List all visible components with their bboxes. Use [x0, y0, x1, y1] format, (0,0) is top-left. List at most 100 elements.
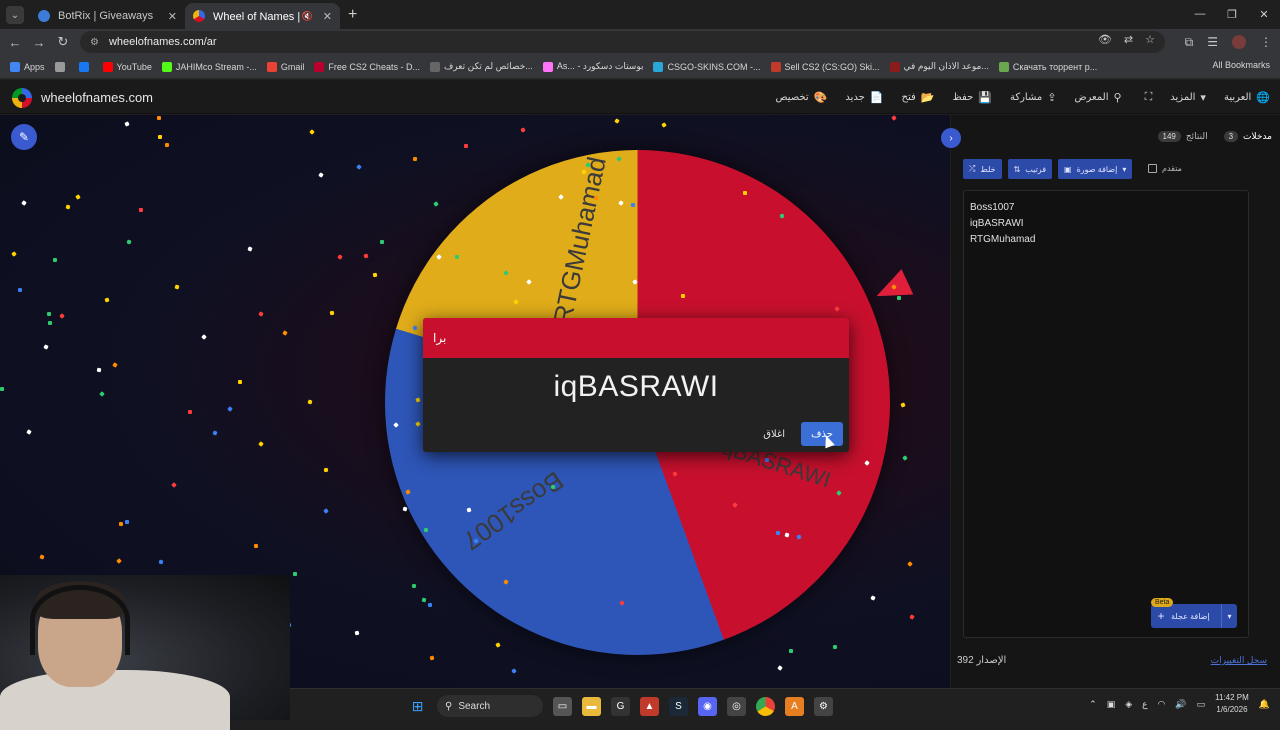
nav-item[interactable]: ⇪ مشاركة [1010, 91, 1057, 104]
app-icon[interactable]: A [785, 696, 804, 716]
new-tab-icon[interactable]: + [348, 6, 357, 24]
nav-item[interactable]: ⚲ المعرض [1074, 91, 1121, 104]
confetti-piece [282, 330, 288, 336]
version-number: 392 [957, 655, 974, 666]
bookmark-item[interactable]: موعد الاذان اليوم في... [889, 61, 989, 72]
close-tab-icon[interactable]: ✕ [323, 10, 332, 23]
advanced-toggle[interactable]: متقدم [1148, 164, 1182, 173]
site-info-icon[interactable]: ⚙ [90, 37, 99, 48]
profile-avatar[interactable] [1232, 35, 1246, 49]
tray-app-icon[interactable]: ▣ [1107, 699, 1116, 710]
wifi-icon[interactable]: ◠ [1158, 699, 1166, 710]
bookmark-item[interactable] [78, 61, 93, 72]
bookmark-item[interactable]: As... - بوستات دسكورد [542, 61, 643, 72]
reload-icon[interactable]: ↻ [51, 34, 75, 50]
back-icon[interactable]: ← [3, 35, 27, 50]
advanced-checkbox[interactable] [1148, 164, 1157, 173]
confetti-piece [247, 246, 253, 252]
translate-icon[interactable]: ⇄ [1124, 33, 1133, 46]
reading-list-icon[interactable]: ☰ [1207, 35, 1218, 49]
tray-app-icon[interactable]: ◈ [1125, 699, 1132, 710]
bookmark-item[interactable]: Скачать торрент р... [998, 61, 1097, 72]
confetti-piece [520, 127, 526, 133]
steam-icon[interactable]: S [669, 696, 688, 716]
bookmark-item[interactable]: Free CS2 Cheats - D... [314, 61, 420, 72]
edit-pencil-icon[interactable]: ✎ [11, 124, 37, 150]
confetti-piece [307, 399, 313, 405]
bookmark-item[interactable]: Gmail [266, 61, 304, 72]
chevron-up-icon[interactable]: ⌃ [1089, 699, 1097, 710]
tab-wheel-of-names[interactable]: Wheel of Names | العشوائي 🔇 ✕ [185, 3, 340, 29]
tab-entries[interactable]: مدخلات 3 [1216, 130, 1280, 142]
site-brand[interactable]: wheelofnames.com [41, 90, 153, 105]
app-icon[interactable]: ◎ [727, 696, 746, 716]
sort-button[interactable]: ⇅ فرتيب [1007, 159, 1053, 179]
task-view-icon[interactable]: ▭ [553, 696, 572, 716]
tab-search-icon[interactable]: ⌄ [6, 6, 24, 24]
chevron-down-icon[interactable]: ▾ [1221, 604, 1237, 628]
changelog-link[interactable]: سجل التغييرات [1211, 655, 1267, 666]
nav-item[interactable]: ⛶ [1140, 91, 1153, 104]
confetti-piece [909, 614, 915, 620]
menu-icon[interactable]: ⋮ [1260, 35, 1272, 49]
language-indicator[interactable]: ع [1142, 699, 1147, 710]
close-button[interactable]: اغلاق [763, 429, 785, 440]
forward-icon[interactable]: → [27, 35, 51, 50]
add-wheel-button[interactable]: + إضافة عجلة ▾ [1151, 604, 1237, 628]
discord-icon[interactable]: ◉ [698, 696, 717, 716]
tracking-off-icon[interactable]: 👁 [1098, 33, 1112, 46]
close-window-icon[interactable]: ✕ [1248, 0, 1280, 28]
bookmark-item[interactable]: Apps [10, 61, 45, 72]
bookmark-item[interactable]: JAHIMco Stream -... [161, 61, 257, 72]
bookmark-label: موعد الاذان اليوم في... [903, 61, 989, 71]
mute-tab-icon[interactable]: 🔇 [302, 11, 313, 22]
bookmark-label: Free CS2 Cheats - D... [328, 61, 420, 72]
chrome-icon[interactable] [756, 696, 775, 716]
entries-textarea[interactable]: Boss1007 iqBASRAWI RTGMuhamad [963, 190, 1249, 638]
confetti-piece [511, 668, 517, 674]
confetti-piece [47, 320, 53, 326]
nav-item[interactable]: 📄 جديد [845, 91, 883, 104]
bookmark-item[interactable]: CSGO-SKINS.COM -... [653, 61, 761, 72]
windows-start-icon[interactable]: ⊞ [408, 697, 427, 716]
remove-button[interactable]: حذف [801, 422, 843, 446]
tab-results[interactable]: النتائج 149 [1150, 130, 1216, 142]
nav-item[interactable]: 🌐 العربية [1224, 91, 1270, 104]
confetti-piece [870, 595, 876, 601]
add-wheel-label: إضافة عجلة [1171, 611, 1210, 621]
restore-icon[interactable]: ❐ [1216, 0, 1248, 28]
nav-item[interactable]: 📂 فتح [902, 91, 935, 104]
minimize-icon[interactable]: — [1184, 0, 1216, 28]
search-icon: ⚲ [445, 700, 453, 712]
bookmark-item[interactable]: Sell CS2 (CS:GO) Ski... [770, 61, 880, 72]
settings-icon[interactable]: ⚙ [814, 696, 833, 716]
taskbar-search[interactable]: ⚲ Search [437, 695, 543, 717]
speaker-icon[interactable]: 🔊 [1175, 699, 1186, 710]
all-bookmarks-link[interactable]: All Bookmarks [1212, 60, 1270, 70]
entries-toolbar: ⤮ خلط ⇅ فرتيب ▣ إضافة صورة ▾ [963, 159, 1133, 179]
nav-item[interactable]: ▾ المزيد [1170, 91, 1206, 104]
bookmark-favicon-icon [998, 61, 1009, 72]
taskbar-clock[interactable]: 11:42 PM 1/6/2026 [1215, 692, 1249, 716]
bookmark-item[interactable]: خصائص لم تكن تعرف... [429, 61, 533, 72]
shuffle-button[interactable]: ⤮ خلط [963, 159, 1002, 179]
bookmark-item[interactable] [54, 61, 69, 72]
confetti-piece [124, 519, 130, 525]
bookmark-item[interactable]: YouTube [102, 61, 152, 72]
nav-item[interactable]: 💾 حفظ [953, 91, 992, 104]
app-icon[interactable]: G [611, 696, 630, 716]
notifications-icon[interactable]: 🔔 [1259, 699, 1270, 710]
confetti-piece [174, 284, 180, 290]
add-image-button[interactable]: ▣ إضافة صورة ▾ [1058, 159, 1133, 179]
nav-item[interactable]: 🎨 تخصيص [775, 91, 827, 104]
file-explorer-icon[interactable]: ▬ [582, 696, 601, 716]
wheel-logo-icon[interactable] [12, 88, 32, 108]
bookmark-star-icon[interactable]: ☆ [1145, 33, 1155, 46]
battery-icon[interactable]: ▭ [1197, 699, 1206, 710]
tab-botrix[interactable]: BotRix | Giveaways ✕ [30, 3, 185, 29]
address-bar[interactable]: ⚙ wheelofnames.com/ar 👁 ⇄ ☆ [80, 31, 1165, 53]
extensions-icon[interactable]: ⧉ [1185, 35, 1194, 50]
confetti-piece [11, 251, 17, 257]
app-icon[interactable]: ▲ [640, 696, 659, 716]
close-tab-icon[interactable]: ✕ [168, 10, 177, 23]
